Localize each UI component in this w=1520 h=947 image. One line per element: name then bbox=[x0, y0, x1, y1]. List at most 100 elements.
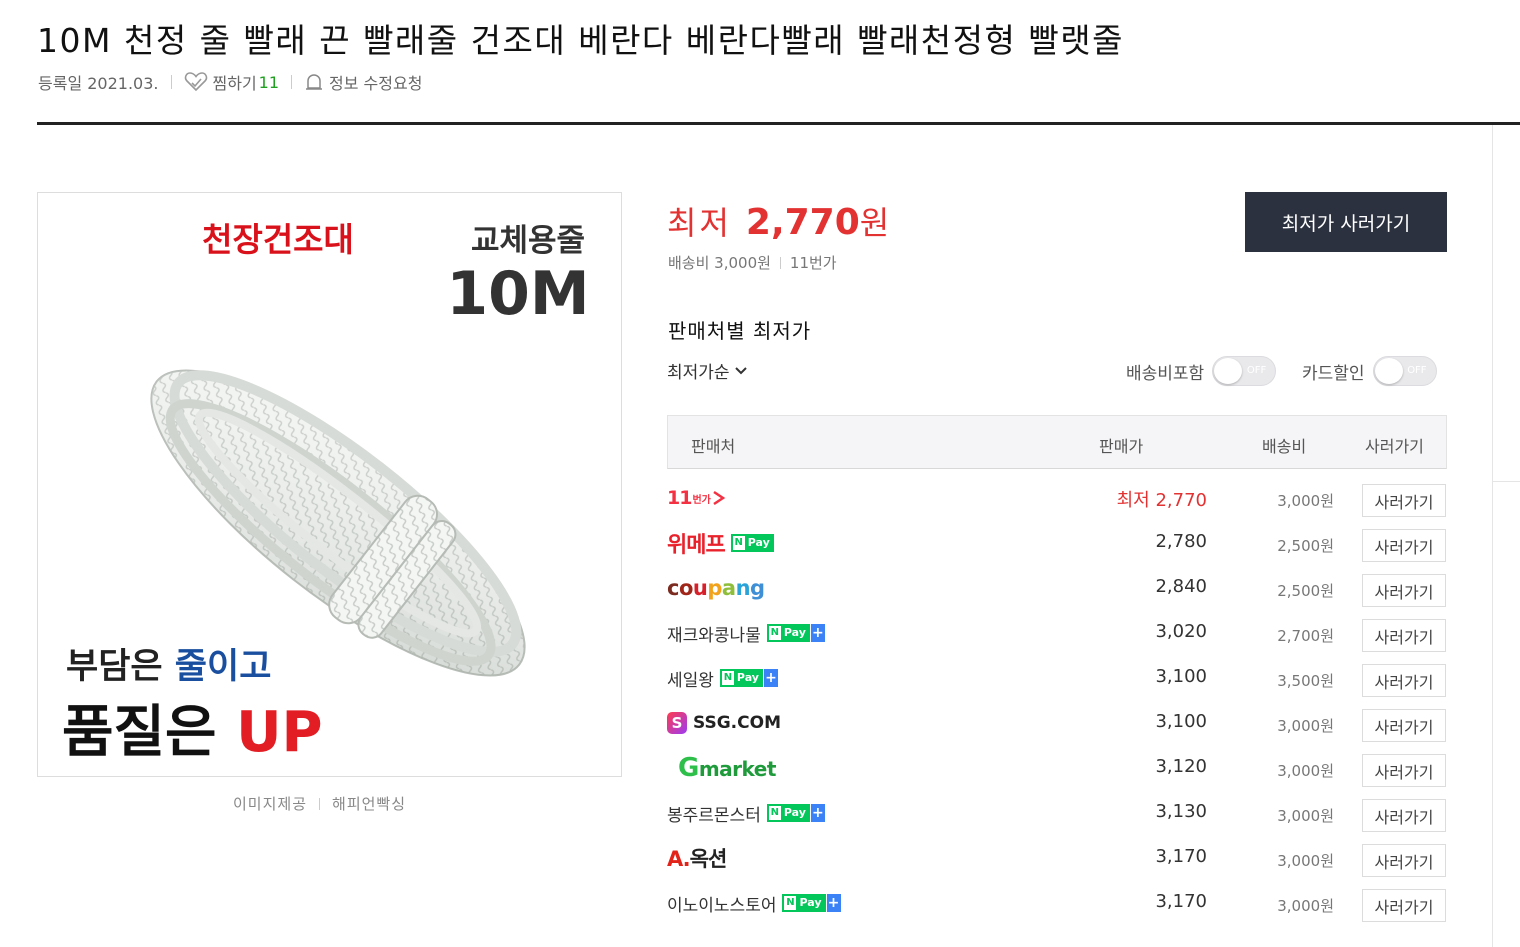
image-credit-value: 해피언빡싱 bbox=[332, 795, 407, 813]
buy-lowest-button[interactable]: 최저가 사러가기 bbox=[1245, 192, 1447, 252]
bell-icon bbox=[306, 73, 323, 90]
table-row: 재크와콩나물 N Pay + 3,020 2,700원 사러가기 bbox=[667, 611, 1447, 656]
seller-table-header: 판매처 판매가 배송비 사러가기 bbox=[667, 415, 1447, 469]
seller-price: 3,100 bbox=[1155, 666, 1207, 687]
seller-name: 봉주르몬스터 bbox=[667, 805, 761, 826]
shipping-include-toggle-group: 배송비포함 OFF bbox=[1126, 356, 1277, 386]
npay-badge: N Pay bbox=[730, 534, 774, 552]
meta-separator bbox=[170, 75, 172, 89]
edit-request-link[interactable]: 정보 수정요청 bbox=[304, 70, 422, 94]
seller-ssg-logo: S SSG.COM bbox=[667, 712, 781, 734]
seller-shipping: 3,000원 bbox=[1277, 492, 1334, 510]
npay-plus-badge: N Pay + bbox=[766, 624, 825, 642]
seller-shipping: 3,000원 bbox=[1277, 762, 1334, 780]
card-discount-toggle[interactable]: OFF bbox=[1372, 356, 1437, 386]
shipping-fee: 배송비 3,000원 bbox=[668, 254, 771, 272]
seller-saleking[interactable]: 세일왕 N Pay + bbox=[667, 662, 778, 694]
seller-shipping: 3,000원 bbox=[1277, 852, 1334, 870]
table-row: Gmarket 3,120 3,000원 사러가기 bbox=[667, 746, 1447, 791]
table-row: 이노이노스토어 N Pay + 3,170 3,000원 사러가기 bbox=[667, 881, 1447, 926]
wish-count: 11 bbox=[258, 72, 280, 92]
heart-icon bbox=[184, 72, 207, 92]
chevron-down-icon bbox=[734, 366, 747, 374]
seller-bonjourmonster[interactable]: 봉주르몬스터 N Pay + bbox=[667, 797, 825, 829]
npay-n-icon: N bbox=[721, 671, 734, 685]
seller-logo-11st[interactable]: 11 번가 bbox=[667, 482, 726, 514]
seller-shipping: 3,000원 bbox=[1277, 807, 1334, 825]
toggle-knob bbox=[1374, 358, 1403, 384]
seller-logo-gmarket[interactable]: Gmarket bbox=[667, 752, 776, 784]
seller-price: 최저 2,770 bbox=[1116, 490, 1207, 511]
plus-icon: + bbox=[763, 669, 778, 687]
seller-logo-wemakeprice[interactable]: 위메프 N Pay bbox=[667, 527, 774, 559]
seller-logo-coupang[interactable]: coupang bbox=[667, 572, 765, 604]
seller-logo-auction[interactable]: A.옥션 bbox=[667, 842, 727, 874]
npay-n-icon: N bbox=[768, 806, 781, 820]
seller-shipping: 3,500원 bbox=[1277, 672, 1334, 690]
side-divider bbox=[1492, 125, 1493, 947]
sellers-section-title: 판매처별 최저가 bbox=[668, 319, 812, 343]
side-divider-tick bbox=[1493, 481, 1520, 482]
toggle-state: OFF bbox=[1246, 365, 1267, 376]
header-seller: 판매처 bbox=[691, 437, 736, 456]
shipping-include-label: 배송비포함 bbox=[1126, 363, 1205, 384]
seller-go-button[interactable]: 사러가기 bbox=[1362, 709, 1446, 742]
seller-go-button[interactable]: 사러가기 bbox=[1362, 484, 1446, 517]
card-discount-toggle-group: 카드할인 OFF bbox=[1302, 356, 1437, 386]
header-price: 판매가 bbox=[1099, 437, 1144, 456]
product-title: 10M 천정 줄 빨래 끈 빨래줄 건조대 베란다 베란다빨래 빨래천정형 빨랫… bbox=[37, 21, 1124, 60]
table-row: 11 번가 최저 2,770 3,000원 사러가기 bbox=[667, 476, 1447, 521]
sort-dropdown[interactable]: 최저가순 bbox=[667, 358, 748, 383]
lowest-price-unit: 원 bbox=[859, 204, 890, 242]
product-image-art: 천장건조대 교체용줄 10M 부담은 줄이고 품질은 UP bbox=[62, 220, 590, 765]
seller-inoinostore[interactable]: 이노이노스토어 N Pay + bbox=[667, 887, 841, 919]
npay-n-icon: N bbox=[732, 536, 745, 550]
seller-go-button[interactable]: 사러가기 bbox=[1362, 844, 1446, 877]
seller-go-button[interactable]: 사러가기 bbox=[1362, 619, 1446, 652]
table-row: 위메프 N Pay 2,780 2,500원 사러가기 bbox=[667, 521, 1447, 566]
seller-price: 3,120 bbox=[1155, 756, 1207, 777]
table-row: 봉주르몬스터 N Pay + 3,130 3,000원 사러가기 bbox=[667, 791, 1447, 836]
header-divider bbox=[37, 122, 1520, 125]
table-row: S SSG.COM 3,100 3,000원 사러가기 bbox=[667, 701, 1447, 746]
image-credit: 이미지제공 해피언빡싱 bbox=[233, 793, 406, 814]
ssg-s-icon: S bbox=[667, 712, 687, 734]
seller-jackandbeans[interactable]: 재크와콩나물 N Pay + bbox=[667, 617, 825, 649]
image-slogan-line1: 부담은 줄이고 bbox=[66, 647, 271, 687]
shipping-separator bbox=[779, 256, 781, 269]
chevron-right-icon bbox=[713, 490, 726, 506]
toggle-knob bbox=[1214, 358, 1243, 384]
header-go: 사러가기 bbox=[1365, 437, 1424, 456]
npay-plus-badge: N Pay + bbox=[782, 894, 841, 912]
seller-logo-ssg[interactable]: S SSG.COM bbox=[667, 707, 781, 739]
npay-plus-badge: N Pay + bbox=[766, 804, 825, 822]
seller-gmarket-logo: Gmarket bbox=[678, 753, 776, 783]
image-headline-dark: 교체용줄 bbox=[471, 223, 585, 259]
seller-go-button[interactable]: 사러가기 bbox=[1362, 574, 1446, 607]
seller-price: 3,100 bbox=[1155, 711, 1207, 732]
seller-shipping: 3,000원 bbox=[1277, 897, 1334, 915]
meta-separator bbox=[291, 75, 293, 89]
seller-go-button[interactable]: 사러가기 bbox=[1362, 799, 1446, 832]
seller-name: 재크와콩나물 bbox=[667, 625, 761, 646]
plus-icon: + bbox=[810, 804, 825, 822]
registered-date: 등록일 2021.03. bbox=[38, 74, 159, 93]
image-credit-label: 이미지제공 bbox=[233, 795, 308, 813]
seller-price: 3,020 bbox=[1155, 621, 1207, 642]
toggle-state: OFF bbox=[1407, 365, 1427, 376]
seller-go-button[interactable]: 사러가기 bbox=[1362, 664, 1446, 697]
table-row: A.옥션 3,170 3,000원 사러가기 bbox=[667, 836, 1447, 881]
seller-go-button[interactable]: 사러가기 bbox=[1362, 889, 1446, 922]
table-row: 세일왕 N Pay + 3,100 3,500원 사러가기 bbox=[667, 656, 1447, 701]
seller-name: 세일왕 bbox=[667, 670, 714, 691]
seller-go-button[interactable]: 사러가기 bbox=[1362, 529, 1446, 562]
lowest-price-label: 최저 bbox=[667, 204, 732, 242]
product-image[interactable]: 천장건조대 교체용줄 10M 부담은 줄이고 품질은 UP bbox=[37, 192, 622, 777]
image-length-text: 10M bbox=[446, 259, 589, 329]
shipping-include-toggle[interactable]: OFF bbox=[1212, 356, 1277, 386]
product-meta: 등록일 2021.03. 찜하기 11 정보 수정요청 bbox=[38, 70, 422, 94]
seller-go-button[interactable]: 사러가기 bbox=[1362, 754, 1446, 787]
wish-button[interactable]: 찜하기 11 bbox=[184, 70, 280, 94]
image-slogan-line2: 품질은 UP bbox=[62, 700, 323, 765]
lowest-store: 11번가 bbox=[789, 254, 837, 272]
